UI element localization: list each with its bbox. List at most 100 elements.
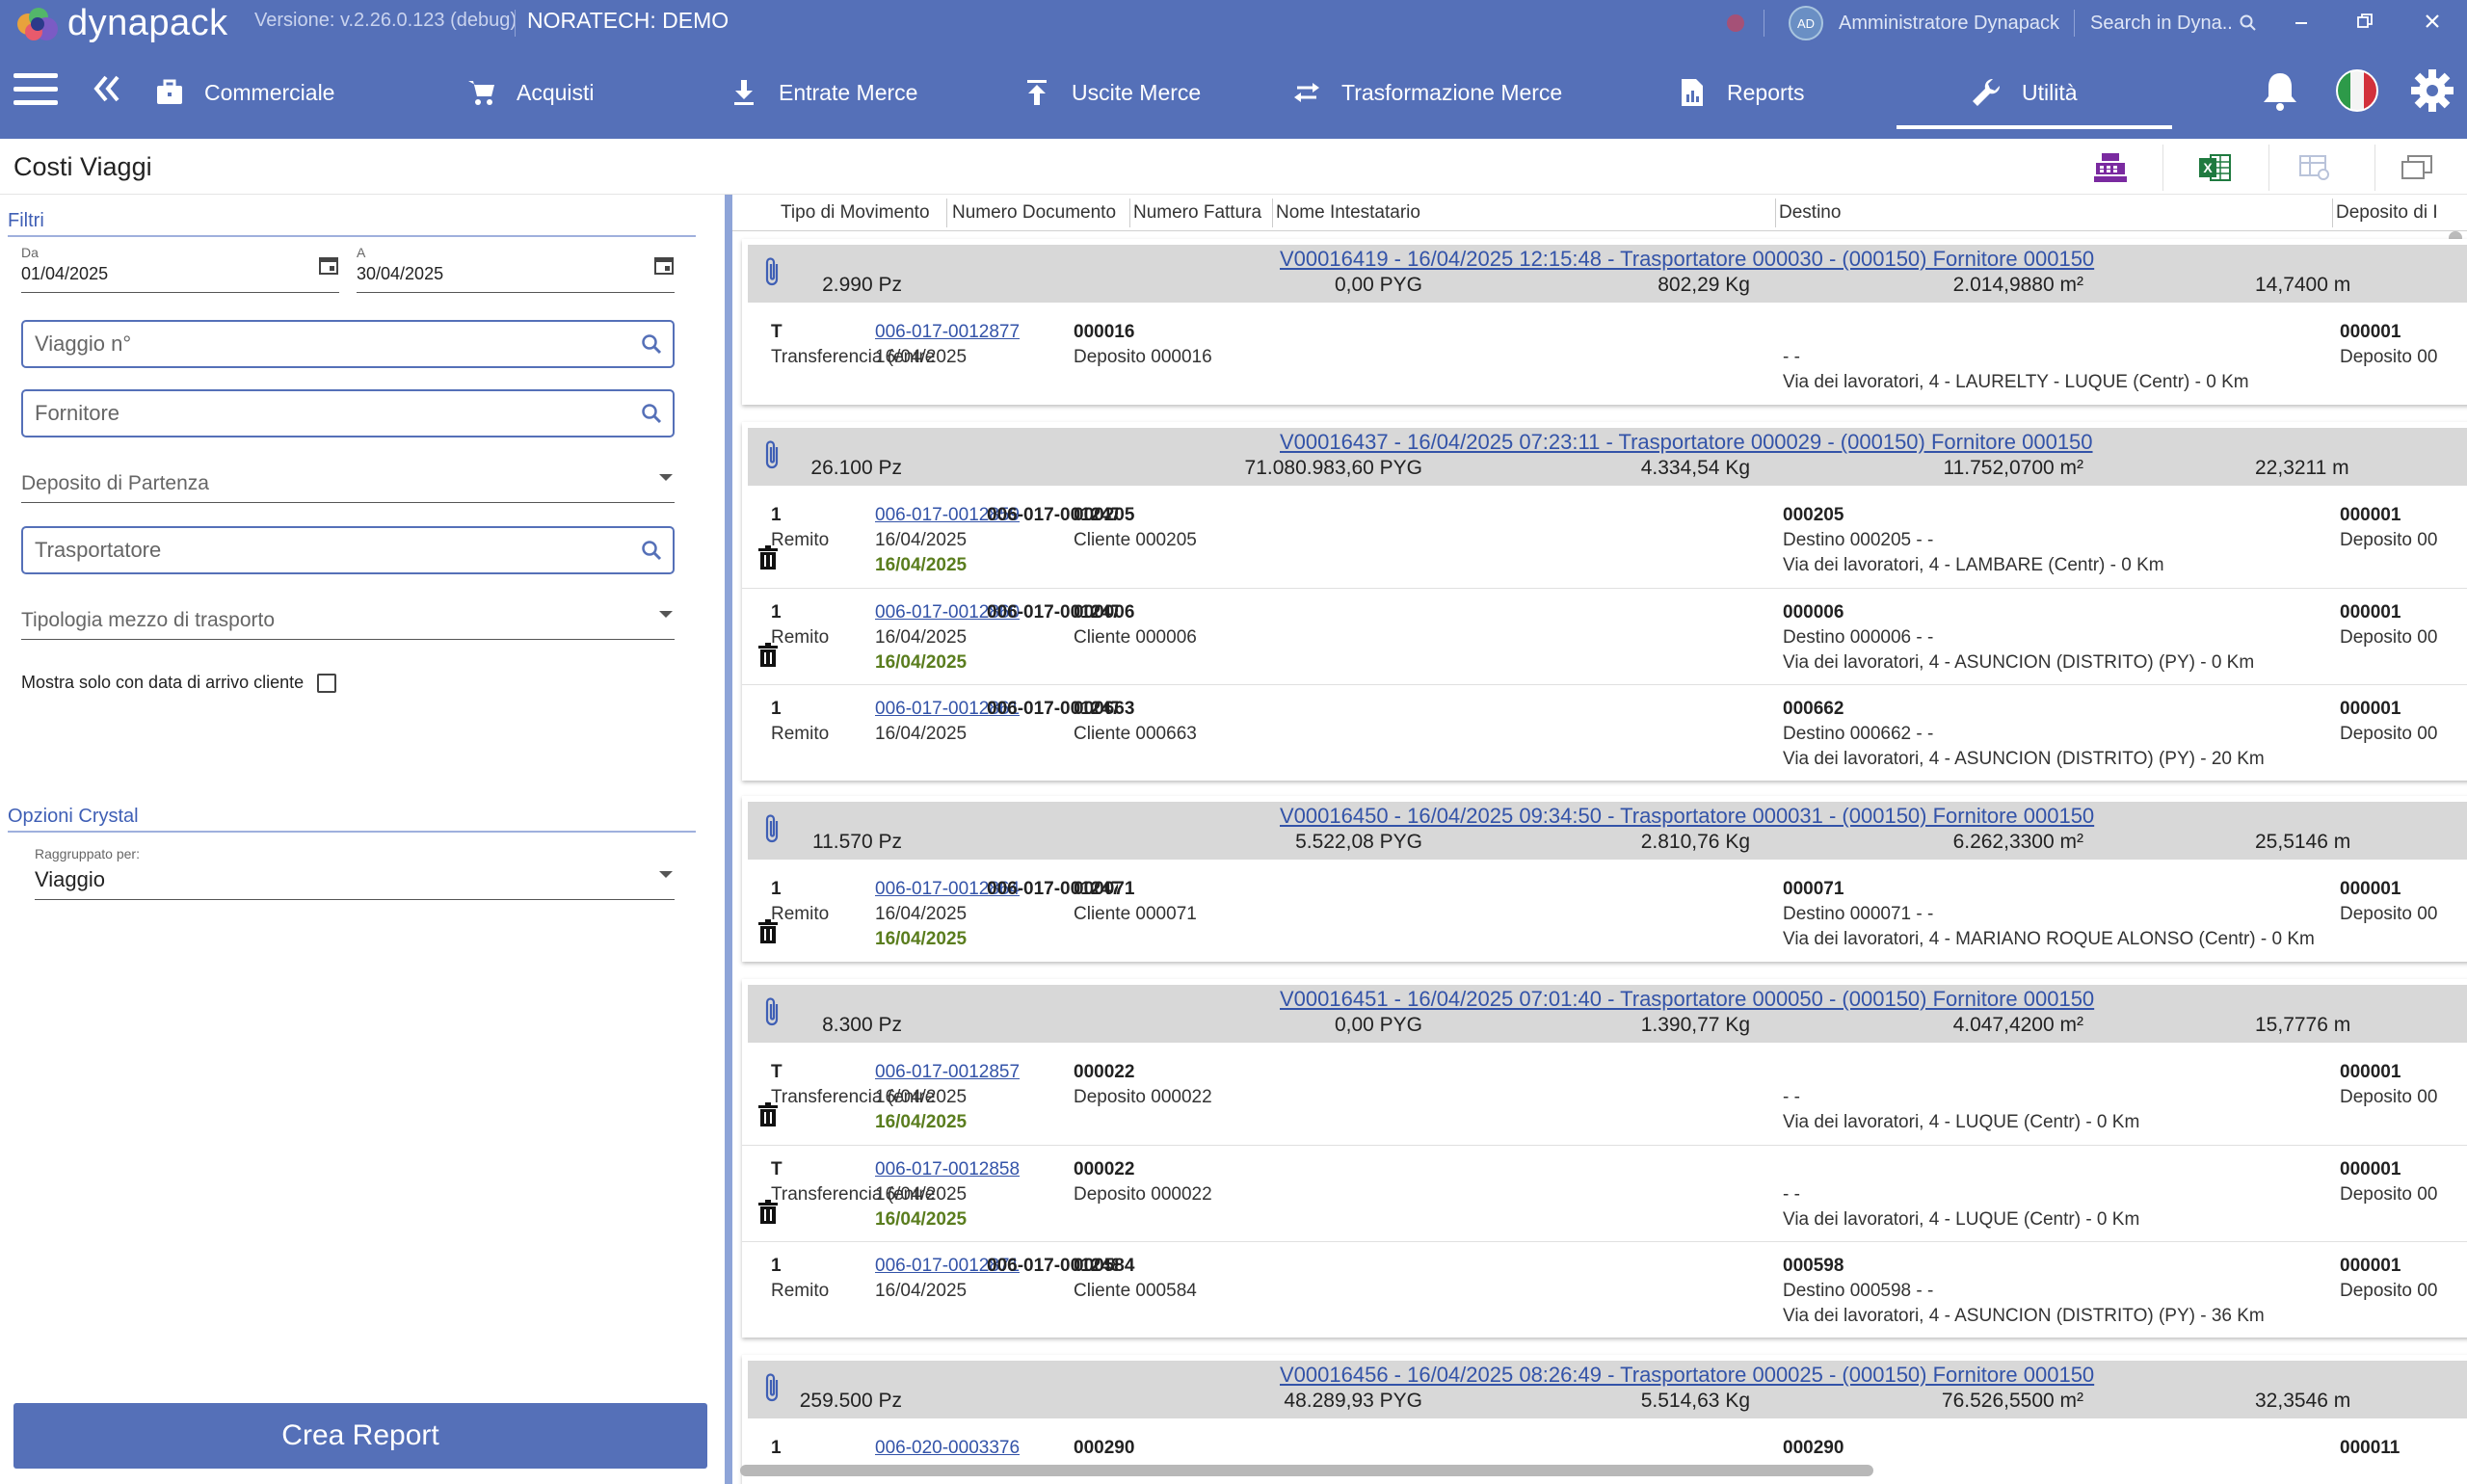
nav-utilita[interactable]: Utilità — [1970, 71, 2078, 114]
tipologia-mezzo-select[interactable]: Tipologia mezzo di trasporto — [21, 601, 675, 640]
column-divider[interactable] — [1129, 199, 1130, 227]
table-row[interactable]: T Transferencia (entre 006-017-0012858 16/0… — [742, 1145, 2467, 1241]
download-icon — [734, 80, 754, 105]
filters-section-title: Filtri — [8, 210, 44, 231]
movement-type: Remito — [771, 1281, 830, 1301]
trash-icon[interactable] — [757, 1102, 779, 1132]
create-report-button[interactable]: Crea Report — [13, 1403, 707, 1469]
document-link[interactable]: 006-017-0012857 — [875, 1062, 1020, 1083]
mostra-arrivo-label: Mostra solo con data di arrivo cliente — [21, 673, 305, 692]
nav-reports[interactable]: Reports — [1677, 71, 1805, 114]
grid-layout-button[interactable] — [2295, 148, 2334, 187]
search-icon[interactable] — [640, 332, 663, 356]
minimize-button[interactable] — [2286, 8, 2317, 39]
total-pieces: 259.500 Pz — [799, 1390, 902, 1412]
column-divider[interactable] — [1775, 199, 1776, 227]
table-row[interactable]: 1 Remito 006-017-0012871 16/04/2025 006-017-… — [742, 1241, 2467, 1338]
document-date: 16/04/2025 — [875, 347, 968, 367]
total-area: 4.047,4200 m² — [1952, 1014, 2083, 1036]
column-header[interactable]: Numero Fattura — [1133, 202, 1261, 224]
table-row[interactable]: 1 Remito 006-017-0012859 16/04/2025 16/04/20… — [742, 491, 2467, 588]
holder-code: 000663 — [1074, 699, 1135, 719]
column-divider[interactable] — [946, 199, 947, 227]
nav-active-indicator — [1897, 125, 2172, 129]
settings-button[interactable] — [2409, 67, 2455, 114]
table-row[interactable]: 1 Remito 006-017-0012864 16/04/2025 16/04/20… — [742, 865, 2467, 962]
notifications-button[interactable] — [2259, 67, 2305, 114]
table-row[interactable]: 1 Remito 006-017-0012861 16/04/2025 006-017-… — [742, 684, 2467, 781]
panel-splitter[interactable] — [725, 195, 732, 1484]
close-icon — [2426, 14, 2439, 28]
trash-icon[interactable] — [757, 643, 779, 673]
date-to-value[interactable]: 30/04/2025 — [357, 264, 443, 284]
column-header[interactable]: Numero Documento — [952, 202, 1116, 224]
trip-group: V00016437 - 16/04/2025 07:23:11 - Traspo… — [742, 422, 2467, 781]
status-dot-icon[interactable] — [1727, 0, 1744, 46]
table-row[interactable]: 1 Remito 006-017-0012860 16/04/2025 16/04/20… — [742, 588, 2467, 684]
document-link[interactable]: 006-017-0012858 — [875, 1159, 1020, 1180]
nav-uscite-merce[interactable]: Uscite Merce — [1021, 71, 1201, 114]
trash-icon[interactable] — [757, 919, 779, 949]
column-divider[interactable] — [2332, 199, 2333, 227]
close-button[interactable] — [2417, 8, 2448, 39]
document-link[interactable]: 006-017-0012877 — [875, 322, 1020, 343]
destination-code: 000598 — [1783, 1256, 1844, 1276]
column-header[interactable]: Deposito di I — [2336, 202, 2438, 224]
new-window-button[interactable] — [2398, 148, 2436, 187]
calendar-icon[interactable] — [653, 254, 675, 276]
column-header[interactable]: Tipo di Movimento — [781, 202, 930, 224]
deposit-name: Deposito 00 — [2340, 724, 2438, 744]
mostra-arrivo-checkbox[interactable] — [317, 673, 337, 693]
holder-code: 000584 — [1074, 1256, 1135, 1276]
nav-trasformazione-merce[interactable]: Trasformazione Merce — [1291, 71, 1562, 114]
restore-button[interactable] — [2349, 8, 2380, 39]
arrival-date: 16/04/2025 — [875, 652, 968, 673]
search-icon[interactable] — [640, 539, 663, 562]
language-button[interactable] — [2334, 67, 2380, 114]
column-divider[interactable] — [1272, 199, 1273, 227]
trash-icon[interactable] — [757, 545, 779, 575]
date-to-field[interactable]: A 30/04/2025 — [357, 245, 675, 293]
trip-link[interactable]: V00016456 - 16/04/2025 08:26:49 - Traspo… — [1280, 1363, 2094, 1388]
destination-address: Via dei lavoratori, 4 - LAURELTY - LUQUE… — [1783, 372, 2249, 392]
group-by-label: Raggruppato per: — [35, 846, 140, 861]
user-name[interactable]: Amministratore Dynapack — [1839, 0, 2059, 46]
nav-commerciale[interactable]: Commerciale — [154, 71, 334, 114]
column-header[interactable]: Nome Intestatario — [1276, 202, 1420, 224]
viaggio-input[interactable]: Viaggio n° — [21, 320, 675, 368]
trip-link[interactable]: V00016437 - 16/04/2025 07:23:11 - Traspo… — [1280, 430, 2093, 455]
destination-code: 000205 — [1783, 505, 1844, 525]
holder-name: Deposito 000016 — [1074, 347, 1212, 367]
deposito-placeholder: Deposito di Partenza — [21, 472, 209, 494]
group-by-select[interactable]: Raggruppato per: Viaggio — [35, 846, 675, 900]
trasportatore-input[interactable]: Trasportatore — [21, 526, 675, 574]
trip-link[interactable]: V00016419 - 16/04/2025 12:15:48 - Traspo… — [1280, 247, 2094, 272]
destination-address: Via dei lavoratori, 4 - MARIANO ROQUE AL… — [1783, 929, 2315, 949]
print-button[interactable] — [2091, 148, 2130, 187]
nav-entrate-merce[interactable]: Entrate Merce — [729, 71, 917, 114]
destination-name: - - — [1783, 1087, 1800, 1107]
avatar[interactable]: AD — [1789, 0, 1823, 46]
destination-name: - - — [1783, 347, 1800, 367]
deposito-partenza-select[interactable]: Deposito di Partenza — [21, 464, 675, 503]
nav-acquisti[interactable]: Acquisti — [466, 71, 595, 114]
calendar-icon[interactable] — [318, 254, 339, 276]
table-row[interactable]: T Transferencia (entre 006-017-0012857 16/0… — [742, 1048, 2467, 1145]
collapse-icon[interactable] — [89, 71, 127, 114]
horizontal-scrollbar[interactable] — [740, 1465, 1873, 1476]
trip-group-header: V00016450 - 16/04/2025 09:34:50 - Traspo… — [748, 802, 2467, 860]
fornitore-input[interactable]: Fornitore — [21, 389, 675, 437]
export-excel-button[interactable]: X — [2195, 148, 2234, 187]
column-header[interactable]: Destino — [1779, 202, 1841, 224]
trip-link[interactable]: V00016451 - 16/04/2025 07:01:40 - Traspo… — [1280, 987, 2094, 1012]
date-from-field[interactable]: Da 01/04/2025 — [21, 245, 339, 293]
menu-icon[interactable] — [13, 73, 60, 108]
date-from-value[interactable]: 01/04/2025 — [21, 264, 108, 284]
global-search-input[interactable]: Search in Dyna.. — [2090, 0, 2258, 46]
table-row[interactable]: T Transferencia (entre 006-017-0012877 16/0… — [742, 308, 2467, 405]
trip-link[interactable]: V00016450 - 16/04/2025 09:34:50 - Traspo… — [1280, 804, 2094, 829]
arrival-date: 16/04/2025 — [875, 555, 968, 575]
document-link[interactable]: 006-020-0003376 — [875, 1438, 1020, 1459]
search-icon[interactable] — [640, 402, 663, 425]
trash-icon[interactable] — [757, 1200, 779, 1230]
